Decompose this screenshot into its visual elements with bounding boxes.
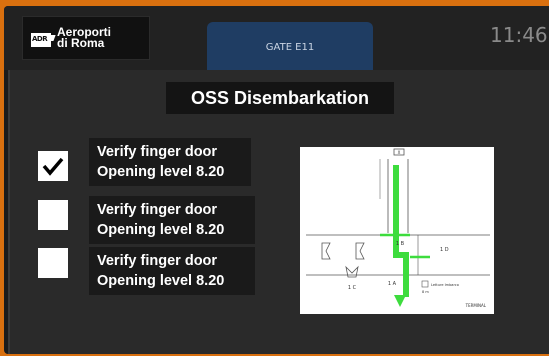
header-bar: ADR Aeroporti di Roma GATE E11 11:46 [4, 6, 549, 70]
diagram-label-1c: 1 C [348, 285, 357, 291]
diagram-terminal-label: TERMINAL [465, 303, 487, 308]
airport-logo: ADR Aeroporti di Roma [22, 16, 150, 60]
diagram-label-x: X [398, 150, 401, 155]
item-line2: Opening level 8.20 [97, 164, 225, 180]
list-item: Verify finger door Opening level 8.20 [89, 247, 255, 295]
logo-mark-text: ADR [32, 35, 48, 43]
diagram-legend: Letture Imbarco [431, 283, 459, 287]
diagram-label-1a: 1 A [388, 281, 397, 287]
item-line2: Opening level 8.20 [97, 222, 225, 238]
diagram-label-1d: 1 D [440, 247, 449, 253]
item-line1: Verify finger door [97, 202, 218, 218]
adr-logo-icon: ADR [31, 33, 51, 47]
list-item: Verify finger door Opening level 8.20 [89, 138, 251, 186]
tab-gate[interactable]: GATE E11 [207, 22, 373, 70]
item-line1: Verify finger door [97, 253, 218, 269]
item-line1: Verify finger door [97, 144, 218, 160]
logo-text: Aeroporti di Roma [57, 26, 111, 50]
list-item: Verify finger door Opening level 8.20 [89, 196, 255, 244]
page-title: OSS Disembarkation [166, 82, 394, 114]
logo-line2: di Roma [57, 36, 105, 50]
clock: 11:46 [490, 23, 548, 47]
diagram-label-1b: 1 B [396, 241, 405, 247]
item-line2: Opening level 8.20 [97, 273, 225, 289]
checkbox-item-1[interactable] [38, 151, 68, 181]
gate-diagram: X 1 B 1 D 1 C 1 A Letture Imbarco 8 m TE… [300, 147, 494, 314]
diagram-legend-sub: 8 m [422, 290, 429, 294]
main-panel: OSS Disembarkation Verify finger door Op… [8, 70, 549, 354]
checkbox-item-2[interactable] [38, 200, 68, 230]
gate-map-svg: X 1 B 1 D 1 C 1 A Letture Imbarco 8 m TE… [306, 148, 490, 308]
checkmark-icon [42, 157, 64, 176]
checkbox-item-3[interactable] [38, 248, 68, 278]
app-window: ADR Aeroporti di Roma GATE E11 11:46 OSS… [4, 6, 549, 354]
